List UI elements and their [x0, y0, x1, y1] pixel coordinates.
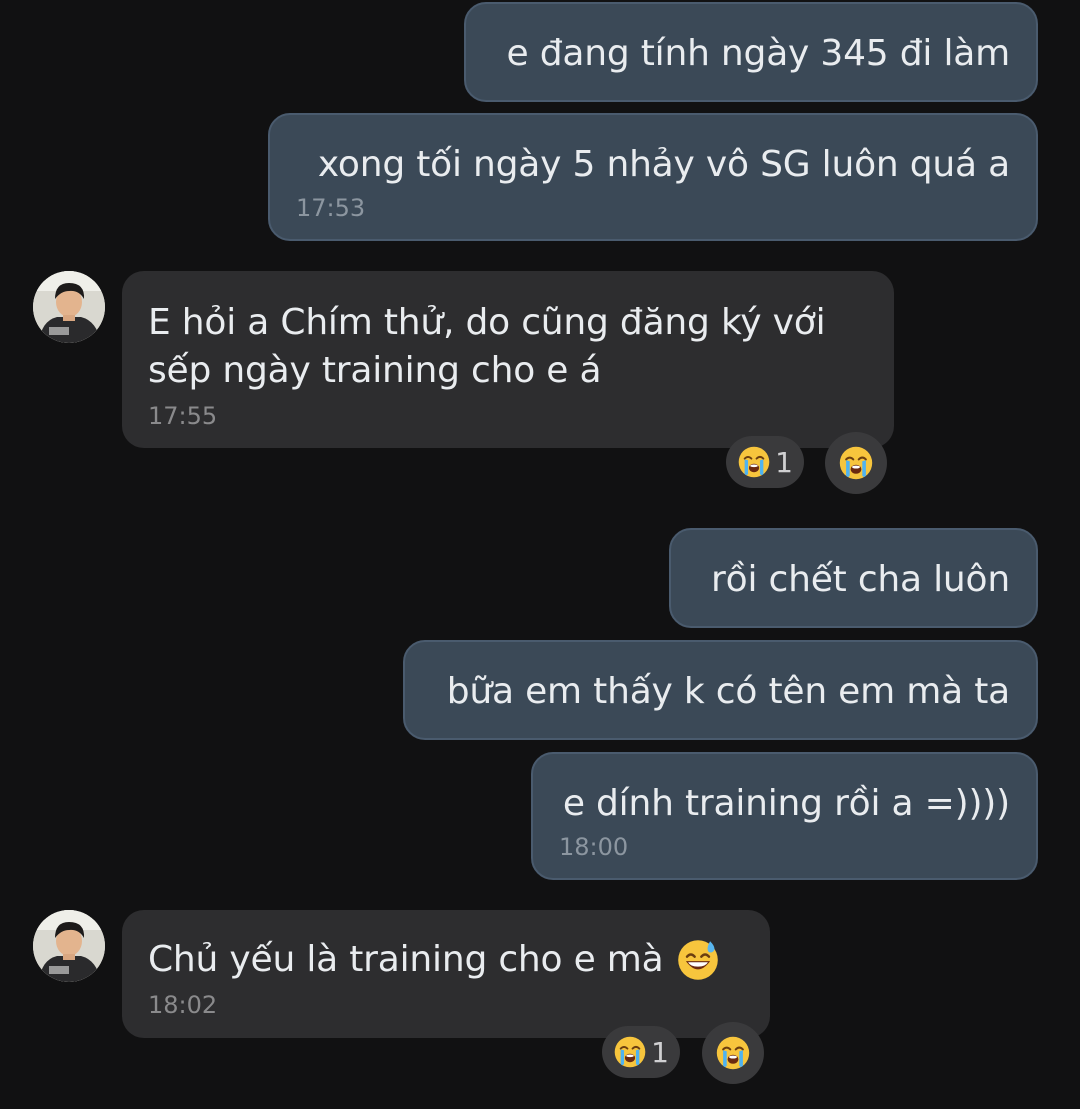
- chat-thread: e đang tính ngày 345 đi làm xong tối ngà…: [0, 0, 1080, 1109]
- reaction-badge[interactable]: 1: [726, 436, 804, 488]
- loudly-crying-face-icon: [715, 1035, 751, 1071]
- outgoing-message[interactable]: bữa em thấy k có tên em mà ta: [403, 640, 1038, 740]
- add-reaction-button[interactable]: [702, 1022, 764, 1084]
- message-timestamp: 17:55: [148, 402, 218, 430]
- message-text: rồi chết cha luôn: [711, 559, 1010, 600]
- loudly-crying-face-icon: [613, 1035, 647, 1069]
- reaction-count: 1: [651, 1035, 669, 1069]
- message-text: e đang tính ngày 345 đi làm: [506, 33, 1011, 74]
- message-text: e dính training rồi a =)))): [562, 783, 1010, 824]
- incoming-message[interactable]: E hỏi a Chím thử, do cũng đăng ký với sế…: [122, 271, 894, 448]
- grinning-face-with-sweat-icon: [676, 938, 720, 982]
- avatar[interactable]: [33, 910, 105, 982]
- message-text: xong tối ngày 5 nhảy vô SG luôn quá a: [317, 144, 1010, 185]
- message-text: bữa em thấy k có tên em mà ta: [446, 671, 1010, 712]
- message-text: Chủ yếu là training cho e mà: [148, 939, 664, 980]
- reaction-badge[interactable]: 1: [602, 1026, 680, 1078]
- message-text-row: Chủ yếu là training cho e mà: [148, 910, 744, 984]
- add-reaction-button[interactable]: [825, 432, 887, 494]
- message-timestamp: 18:00: [559, 833, 629, 861]
- loudly-crying-face-icon: [737, 445, 771, 479]
- outgoing-message[interactable]: rồi chết cha luôn: [669, 528, 1038, 628]
- loudly-crying-face-icon: [838, 445, 874, 481]
- avatar[interactable]: [33, 271, 105, 343]
- reaction-count: 1: [775, 445, 793, 479]
- outgoing-message[interactable]: e dính training rồi a =)))) 18:00: [531, 752, 1038, 880]
- message-timestamp: 18:02: [148, 991, 218, 1019]
- incoming-message[interactable]: Chủ yếu là training cho e mà 18:02: [122, 910, 770, 1038]
- outgoing-message[interactable]: e đang tính ngày 345 đi làm: [464, 2, 1038, 102]
- message-timestamp: 17:53: [296, 194, 366, 222]
- outgoing-message[interactable]: xong tối ngày 5 nhảy vô SG luôn quá a 17…: [268, 113, 1038, 241]
- message-text-line: sếp ngày training cho e á: [148, 350, 602, 391]
- message-text-line: E hỏi a Chím thử, do cũng đăng ký với: [148, 302, 826, 343]
